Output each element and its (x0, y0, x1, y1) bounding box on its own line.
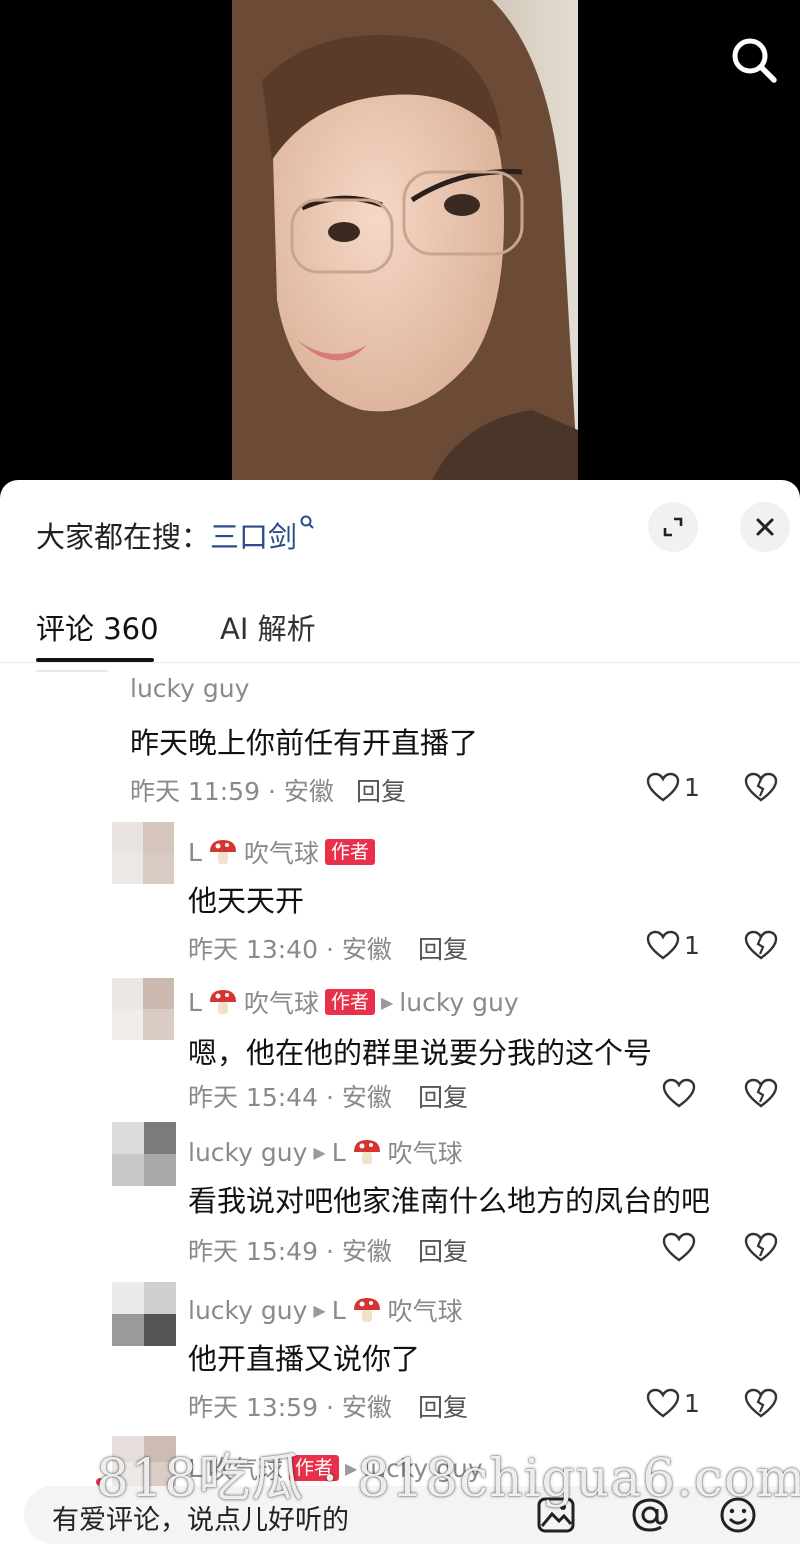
username: lucky guy (188, 1137, 308, 1167)
reply-to-prefix[interactable]: L (332, 1296, 346, 1325)
comment-meta: 昨天 15:49 · 安徽 (188, 1237, 392, 1266)
close-icon (756, 518, 774, 536)
username: lucky guy (188, 1295, 308, 1325)
comment-meta: 昨天 13:40 · 安徽 (188, 935, 392, 964)
like-button[interactable]: 1 (646, 772, 700, 802)
tab-comments[interactable]: 评论 360 (36, 606, 159, 648)
dislike-button[interactable] (744, 772, 778, 806)
reply-arrow-icon: ▶ (313, 1142, 326, 1162)
tabs-divider (0, 662, 800, 663)
dislike-button[interactable] (744, 1232, 778, 1266)
heart-icon (646, 930, 680, 960)
like-button[interactable] (662, 1078, 696, 1108)
comment-username[interactable]: lucky guy ▶ L 吹气球 (188, 1134, 463, 1170)
reply-item: lucky guy ▶ L 吹气球 看我说对吧他家淮南什么地方的凤台的吧 昨天 … (0, 1120, 800, 1270)
author-badge: 作者 (324, 989, 375, 1015)
comment-username[interactable]: L 吹气球 作者 ▶ lucky guy (188, 984, 519, 1020)
hot-search-term[interactable]: 三口剑 (210, 520, 297, 554)
expand-button[interactable] (648, 502, 698, 552)
video-player[interactable] (0, 0, 800, 490)
reply-arrow-icon: ▶ (380, 992, 394, 1012)
avatar[interactable] (112, 1122, 176, 1186)
like-button[interactable] (662, 1232, 696, 1262)
mushroom-icon (209, 840, 236, 864)
broken-heart-icon (744, 1078, 778, 1108)
dislike-button[interactable] (744, 1078, 778, 1112)
username-suffix: 吹气球 (243, 839, 319, 868)
reply-arrow-icon: ▶ (313, 1300, 326, 1320)
comment-username[interactable]: L 吹气球 作者 (188, 834, 375, 870)
reply-to-suffix[interactable]: 吹气球 (388, 1292, 463, 1328)
reply-button[interactable]: 回复 (418, 930, 468, 966)
comment-username[interactable]: lucky guy ▶ L 吹气球 (188, 1292, 463, 1328)
video-portrait (232, 0, 578, 480)
comment-item: lucky guy 昨天晚上你前任有开直播了 昨天 11:59 · 安徽 回复 … (0, 664, 800, 814)
mushroom-icon (353, 1140, 380, 1164)
username-suffix: 吹气球 (243, 989, 319, 1018)
reply-button[interactable]: 回复 (418, 1232, 468, 1268)
like-count: 1 (684, 1388, 700, 1418)
close-button[interactable] (740, 502, 790, 552)
avatar-placeholder (36, 670, 108, 672)
username-prefix: L (188, 837, 202, 867)
comment-username[interactable]: lucky guy (130, 674, 249, 703)
like-button[interactable]: 1 (646, 1388, 700, 1418)
author-badge: 作者 (324, 839, 375, 865)
dislike-button[interactable] (744, 1388, 778, 1422)
reply-item: L 吹气球 作者 他天天开 昨天 13:40 · 安徽 回复 1 (0, 820, 800, 970)
like-count: 1 (684, 930, 700, 960)
small-search-icon (300, 515, 314, 529)
heart-icon (646, 772, 680, 802)
broken-heart-icon (744, 930, 778, 960)
broken-heart-icon (744, 1232, 778, 1262)
reply-button[interactable]: 回复 (356, 772, 406, 808)
dislike-button[interactable] (744, 930, 778, 964)
reply-item: lucky guy ▶ L 吹气球 他开直播又说你了 昨天 13:59 · 安徽… (0, 1276, 800, 1426)
hot-search-banner[interactable]: 大家都在搜：三口剑 (36, 514, 317, 556)
username-prefix: L (188, 987, 202, 1017)
comment-text: 他天天开 (188, 884, 305, 918)
avatar[interactable] (112, 1282, 176, 1346)
reply-button[interactable]: 回复 (418, 1388, 468, 1424)
comment-text: 他开直播又说你了 (188, 1342, 421, 1376)
reply-to-username[interactable]: lucky guy (399, 988, 518, 1017)
comment-meta: 昨天 11:59 · 安徽 (130, 777, 334, 806)
comment-meta: 昨天 13:59 · 安徽 (188, 1393, 392, 1422)
heart-icon (646, 1388, 680, 1418)
heart-icon (662, 1232, 696, 1262)
search-button[interactable] (728, 34, 780, 86)
heart-icon (662, 1078, 696, 1108)
avatar[interactable] (112, 822, 174, 884)
avatar[interactable] (112, 978, 174, 1040)
reply-to-prefix[interactable]: L (332, 1138, 346, 1167)
broken-heart-icon (744, 772, 778, 802)
comment-sheet: 大家都在搜：三口剑 评论 360 AI 解析 lucky guy 昨天晚上你前任… (0, 480, 800, 1544)
comment-text: 看我说对吧他家淮南什么地方的凤台的吧 (188, 1184, 711, 1218)
hot-search-label: 大家都在搜： (36, 520, 211, 554)
like-count: 1 (684, 772, 700, 802)
like-button[interactable]: 1 (646, 930, 700, 960)
comment-tabs: 评论 360 AI 解析 (36, 606, 776, 666)
video-frame (232, 0, 578, 480)
reply-item: L 吹气球 作者 ▶ lucky guy 嗯，他在他的群里说要分我的这个号 昨天… (0, 974, 800, 1124)
reply-to-suffix[interactable]: 吹气球 (388, 1134, 463, 1170)
watermark: 818吃瓜 · 818chigua6.com (96, 1449, 800, 1509)
reply-button[interactable]: 回复 (418, 1078, 468, 1114)
tab-ai-analysis[interactable]: AI 解析 (220, 606, 316, 648)
comment-meta: 昨天 15:44 · 安徽 (188, 1083, 392, 1112)
mushroom-icon (353, 1298, 380, 1322)
broken-heart-icon (744, 1388, 778, 1418)
comment-text: 昨天晚上你前任有开直播了 (130, 726, 479, 760)
mushroom-icon (209, 990, 236, 1014)
search-icon (732, 38, 777, 83)
expand-icon (663, 517, 683, 537)
comment-text: 嗯，他在他的群里说要分我的这个号 (188, 1036, 653, 1070)
